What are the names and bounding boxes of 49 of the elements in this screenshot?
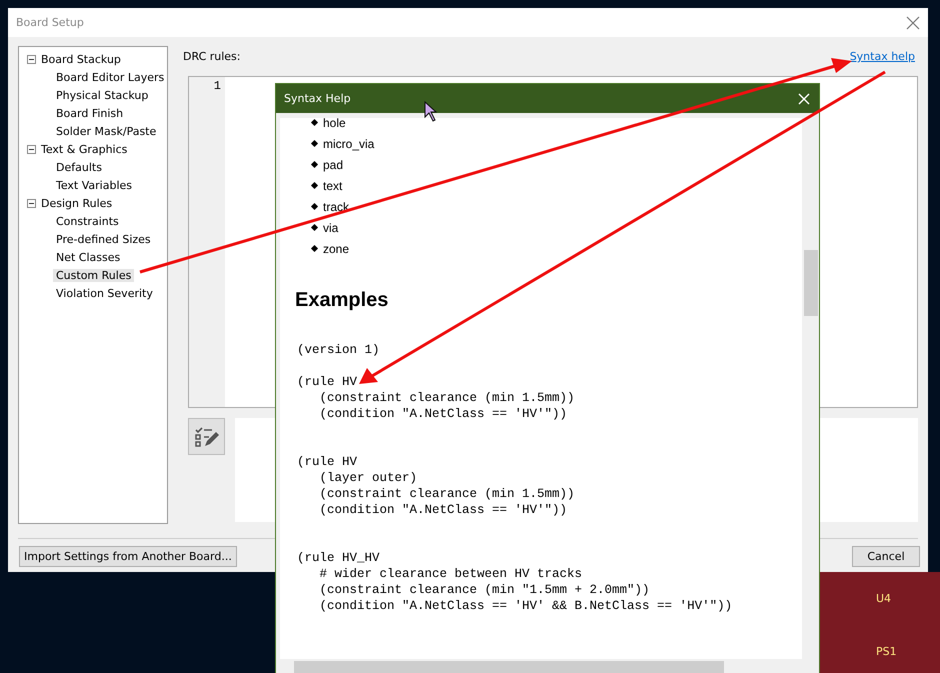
examples-heading: Examples: [295, 289, 388, 312]
cancel-button[interactable]: Cancel: [852, 546, 920, 567]
code-example: (rule HV (layer outer) (constraint clearance (min 1.5mm)) (condition "A.NetClass == 'HV'")): [297, 454, 575, 518]
bullet-icon: [310, 202, 318, 210]
component-label: PS1: [876, 645, 898, 658]
list-item-text: pad: [323, 158, 344, 172]
tree-item[interactable]: Design Rules: [38, 196, 116, 210]
window-title: Board Setup: [16, 16, 84, 29]
tree-item[interactable]: Defaults: [53, 160, 105, 174]
tree-item[interactable]: Board Stackup: [38, 52, 124, 66]
list-item-text: micro_via: [323, 136, 374, 150]
tree-item[interactable]: Pre-defined Sizes: [53, 232, 154, 246]
tree-item[interactable]: Board Finish: [53, 106, 126, 120]
tree-item[interactable]: Violation Severity: [53, 286, 156, 300]
tree-item[interactable]: Physical Stackup: [53, 88, 152, 102]
component-label: U4: [876, 592, 892, 605]
list-item-text: track: [323, 200, 350, 214]
tree-item[interactable]: Text Variables: [53, 178, 136, 192]
tree-item[interactable]: Solder Mask/Paste: [53, 124, 160, 138]
mouse-cursor-icon: [424, 100, 438, 122]
bullet-icon: [310, 118, 318, 126]
close-icon[interactable]: [906, 16, 920, 30]
import-settings-button[interactable]: Import Settings from Another Board...: [19, 546, 237, 567]
syntax-help-link[interactable]: Syntax help: [850, 50, 915, 63]
bullet-icon: [310, 160, 318, 168]
bullet-icon: [310, 182, 318, 190]
bullet-icon: [310, 140, 318, 148]
code-example: (rule HV (constraint clearance (min 1.5mm)) (condition "A.NetClass == 'HV'")): [297, 374, 575, 422]
bullet-icon: [310, 244, 318, 252]
check-rules-button[interactable]: [188, 418, 225, 455]
collapse-toggle-icon[interactable]: [27, 198, 36, 208]
code-example: (rule HV_HV # wider clearance between HV tracks (constraint clearance (min "1.5mm + 2.0mm")) (condition "A.NetClass == 'HV' && B.NetClass == 'HV'")): [297, 550, 732, 614]
tree-item[interactable]: Custom Rules: [53, 268, 134, 282]
collapse-toggle-icon[interactable]: [27, 54, 36, 64]
checklist-edit-icon: [194, 424, 220, 448]
bullet-icon: [310, 224, 318, 232]
collapse-toggle-icon[interactable]: [27, 144, 36, 154]
tree-item[interactable]: Net Classes: [53, 250, 124, 264]
tree-item[interactable]: Text & Graphics: [38, 142, 130, 156]
drc-rules-label: DRC rules:: [183, 50, 240, 63]
code-example: (version 1): [297, 342, 380, 358]
list-item-text: hole: [323, 118, 346, 130]
tree-item[interactable]: Constraints: [53, 214, 122, 228]
list-item-text: text: [323, 178, 342, 192]
window-title: Syntax Help: [284, 92, 351, 105]
list-item-text: via: [323, 220, 338, 234]
tree-item[interactable]: Board Editor Layers: [53, 70, 168, 84]
list-item-text: zone: [323, 242, 350, 256]
line-number: 1: [189, 77, 225, 407]
